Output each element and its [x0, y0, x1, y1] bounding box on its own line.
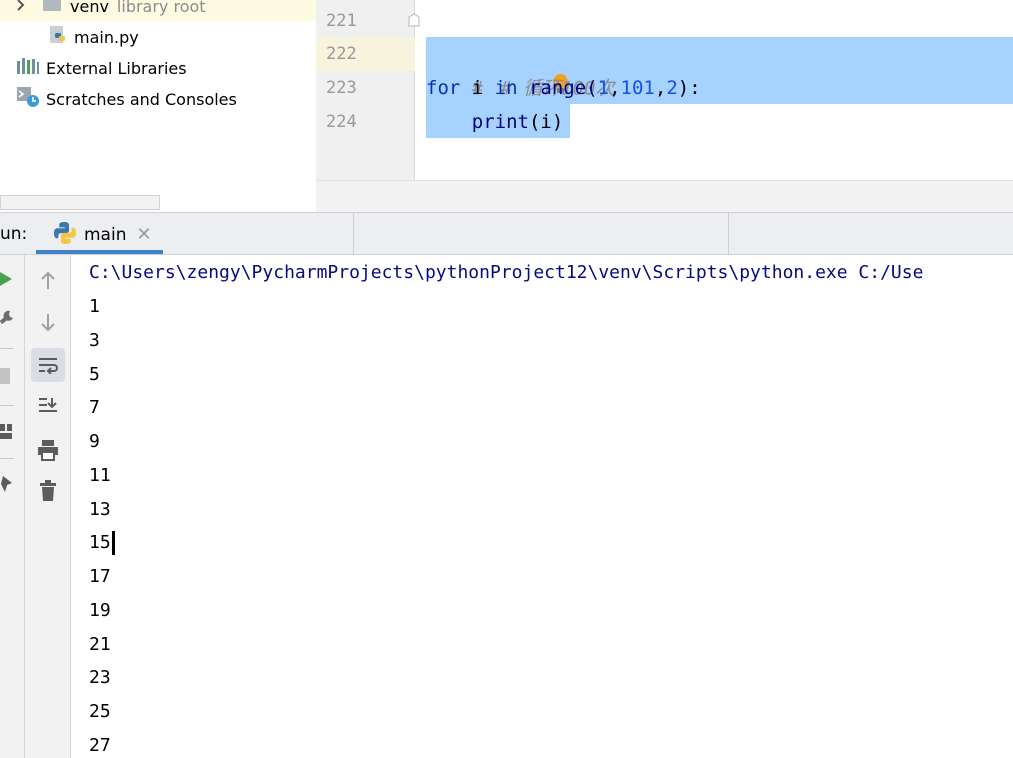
- tree-item-label: Scratches and Consoles: [46, 89, 237, 109]
- number-literal: 101: [620, 77, 655, 99]
- chevron-right-icon[interactable]: [16, 0, 26, 16]
- scroll-to-end-icon[interactable]: [31, 389, 65, 423]
- code-token: (i): [528, 111, 564, 133]
- run-icon[interactable]: [0, 271, 14, 291]
- console-output-line: 3: [89, 330, 100, 351]
- line-number: 222: [326, 44, 357, 64]
- keyword-for: for: [426, 77, 461, 99]
- code-token: i: [460, 77, 495, 99]
- close-icon[interactable]: ✕: [136, 224, 151, 245]
- console-output-line: 25: [89, 701, 111, 722]
- header-divider: [353, 213, 354, 256]
- console-output-line: 17: [89, 566, 111, 587]
- trash-icon[interactable]: [31, 474, 65, 508]
- console-output-line: 1: [89, 296, 100, 317]
- console-output-line: 11: [89, 465, 111, 486]
- run-left-toolbar: [0, 255, 25, 758]
- tab-main-label: main: [84, 224, 127, 245]
- tree-item-external-libraries[interactable]: External Libraries: [16, 53, 187, 83]
- down-arrow-icon[interactable]: [31, 305, 65, 339]
- tree-item-label: venv: [70, 0, 109, 16]
- up-arrow-icon[interactable]: [31, 264, 65, 298]
- keyword-in: in: [494, 77, 518, 99]
- console-output-line: 23: [89, 667, 111, 688]
- tree-item-label: External Libraries: [46, 58, 187, 78]
- number-literal: 1: [597, 77, 610, 99]
- code-line-223: for i in range(1,101,2):: [426, 71, 701, 105]
- console-output-line: 27: [89, 735, 111, 756]
- horizontal-scrollbar[interactable]: [0, 195, 160, 210]
- toolbar-separator: [0, 458, 14, 459]
- project-tree: venv library root main.py External Libra…: [0, 0, 316, 211]
- line-number: 224: [326, 112, 357, 132]
- layout-icon[interactable]: [0, 423, 12, 445]
- stop-icon[interactable]: [0, 368, 10, 388]
- console-output-line: 7: [89, 397, 100, 418]
- code-editor[interactable]: 221 222 223 224 # # 循环100次 for i in rang…: [316, 0, 1013, 180]
- line-number: 223: [326, 78, 357, 98]
- builtin-print: print: [471, 111, 529, 133]
- folder-icon: [42, 0, 62, 16]
- console-output-line: 5: [89, 364, 100, 385]
- console-output-line-with-cursor: 15: [89, 526, 115, 560]
- code-token: ,: [609, 77, 621, 99]
- scratches-icon: [16, 86, 40, 112]
- code-token: ):: [677, 77, 701, 99]
- wrench-icon[interactable]: [0, 309, 16, 331]
- code-line-221: # # 循环100次: [426, 4, 614, 100]
- active-tab-indicator: [36, 250, 163, 254]
- soft-wrap-icon[interactable]: [31, 348, 65, 382]
- console-output-line: 19: [89, 600, 111, 621]
- line-number-gutter: 221 222 223 224: [316, 0, 420, 180]
- toolbar-separator: [0, 348, 14, 349]
- run-label: un:: [0, 224, 28, 244]
- console-output-line: 13: [89, 499, 111, 520]
- console-output[interactable]: C:\Users\zengy\PycharmProjects\pythonPro…: [71, 255, 1013, 758]
- code-token: ,: [654, 77, 667, 99]
- console-output-line: 9: [89, 431, 100, 452]
- libraries-icon: [16, 57, 40, 79]
- builtin-range: range(: [517, 77, 598, 99]
- console-output-line: 15: [89, 532, 111, 553]
- pin-icon[interactable]: [0, 475, 14, 499]
- toolbar-separator: [0, 405, 14, 406]
- text-cursor: [111, 531, 115, 555]
- python-file-icon: [48, 25, 68, 49]
- print-icon[interactable]: [31, 433, 65, 467]
- console-toolbar: [25, 255, 71, 758]
- code-line-224: print(i): [426, 105, 564, 139]
- tree-item-label: main.py: [74, 27, 139, 47]
- header-divider: [728, 213, 729, 256]
- tree-item-venv[interactable]: venv library root: [0, 0, 316, 21]
- tree-item-scratches[interactable]: Scratches and Consoles: [16, 84, 237, 114]
- line-number: 221: [326, 11, 357, 31]
- fold-marker-icon[interactable]: [408, 12, 420, 31]
- run-tool-window-header: un: main ✕: [0, 212, 1013, 256]
- python-icon: [52, 220, 78, 250]
- editor-bottom-bar: [316, 180, 1013, 212]
- console-command-line: C:\Users\zengy\PycharmProjects\pythonPro…: [89, 262, 924, 283]
- console-output-line: 21: [89, 634, 111, 655]
- tree-item-main-py[interactable]: main.py: [48, 22, 139, 52]
- library-root-label: library root: [116, 0, 206, 16]
- number-literal: 2: [666, 77, 678, 99]
